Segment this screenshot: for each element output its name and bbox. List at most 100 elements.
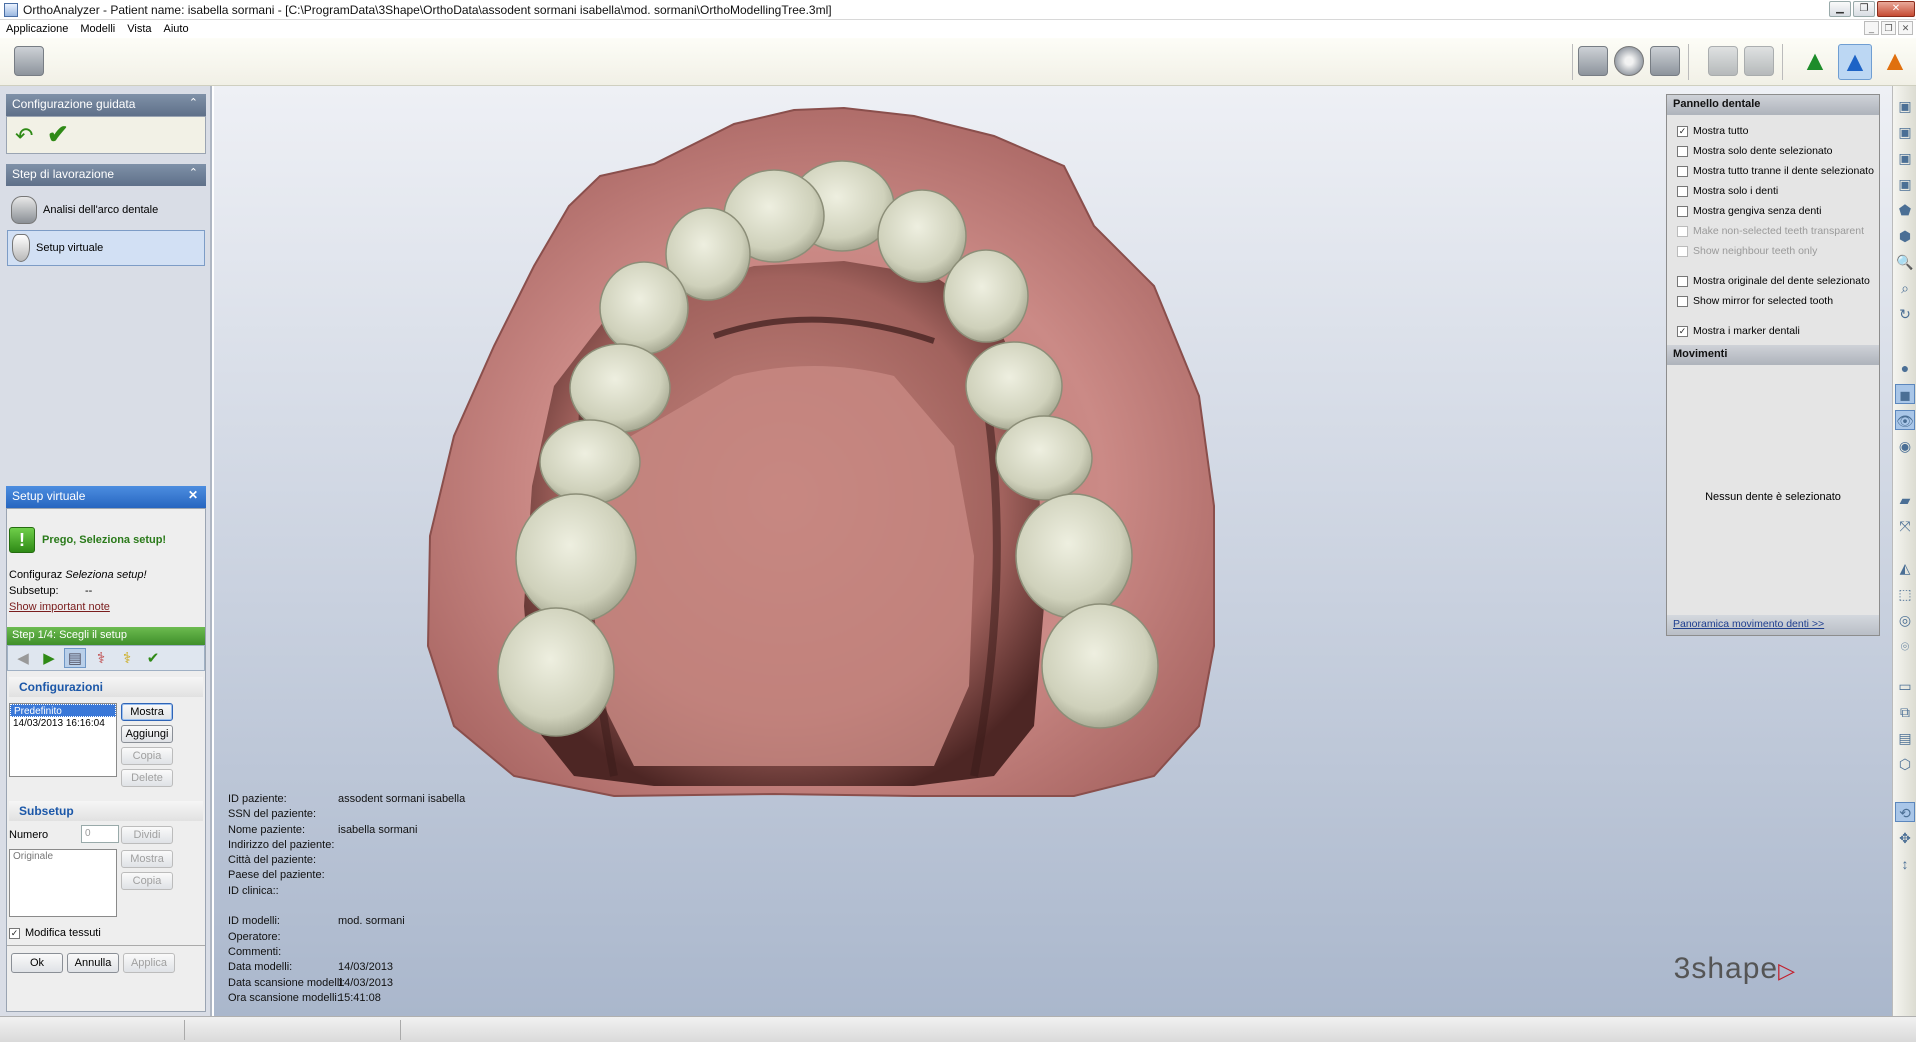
- subsetup-list[interactable]: Originale: [9, 849, 117, 917]
- menu-vista[interactable]: Vista: [121, 23, 157, 35]
- zoom-one-icon[interactable]: ⌕: [1895, 278, 1915, 298]
- eye-icon[interactable]: 👁: [1895, 410, 1915, 430]
- zoom-mode-icon[interactable]: ↕: [1895, 854, 1915, 874]
- checkmark-icon[interactable]: ✔: [47, 119, 69, 150]
- copy-config-button[interactable]: Copia: [121, 747, 173, 765]
- list-item[interactable]: Predefinito: [10, 704, 116, 717]
- tooth-green-icon[interactable]: ▲: [1798, 44, 1832, 78]
- slice-icon[interactable]: ▭: [1895, 676, 1915, 696]
- option-show-mirror[interactable]: Show mirror for selected tooth: [1677, 295, 1833, 307]
- rotate-icon[interactable]: ↻: [1895, 304, 1915, 324]
- option-show-markers[interactable]: ✓ Mostra i marker dentali: [1677, 325, 1800, 337]
- tooth-edit-icon[interactable]: ⚕: [90, 649, 112, 667]
- lower-jaw-icon[interactable]: [1744, 46, 1774, 76]
- minimize-button[interactable]: ▁: [1829, 1, 1851, 17]
- layers-icon[interactable]: ▤: [1895, 728, 1915, 748]
- show-config-button[interactable]: Mostra: [121, 703, 173, 721]
- close-button[interactable]: ✕: [1877, 1, 1915, 17]
- work-item-virtual-setup[interactable]: Setup virtuale: [7, 230, 205, 266]
- option-gum-without-teeth[interactable]: Mostra gengiva senza denti: [1677, 205, 1821, 217]
- export-icon[interactable]: [1650, 46, 1680, 76]
- mdi-minimize-button[interactable]: _: [1864, 21, 1879, 35]
- tooth-check-icon[interactable]: ✔: [142, 649, 164, 667]
- option-show-all-except[interactable]: Mostra tutto tranne il dente selezionato: [1677, 165, 1874, 177]
- work-steps-header[interactable]: Step di lavorazione ⌃: [6, 164, 206, 186]
- option-neighbour-only[interactable]: Show neighbour teeth only: [1677, 245, 1817, 257]
- 3d-viewport[interactable]: ID paziente: assodent sormani isabella SS…: [214, 86, 1892, 1016]
- cancel-button[interactable]: Annulla: [67, 953, 119, 973]
- option-show-selected[interactable]: Mostra solo dente selezionato: [1677, 145, 1833, 157]
- collapse-icon[interactable]: ⌃: [189, 96, 198, 109]
- show-subsetup-button[interactable]: Mostra: [121, 850, 173, 868]
- transform-icon[interactable]: ⤧: [1895, 516, 1915, 536]
- pan-icon[interactable]: ✥: [1895, 828, 1915, 848]
- numero-input[interactable]: 0: [81, 825, 119, 843]
- checkbox[interactable]: ✓: [9, 927, 20, 939]
- configurations-list[interactable]: Predefinito 14/03/2013 16:16:04: [9, 703, 117, 777]
- guided-config-header[interactable]: Configurazione guidata ⌃: [6, 94, 206, 116]
- dental-arch-model[interactable]: [214, 86, 1892, 1016]
- view-top-icon[interactable]: ▣: [1895, 96, 1915, 116]
- work-item-arch-analysis[interactable]: Analisi dell'arco dentale: [7, 192, 205, 228]
- add-config-button[interactable]: Aggiungi: [121, 725, 173, 743]
- prev-arrow-icon[interactable]: ◀: [12, 649, 34, 667]
- undo-arrow-icon[interactable]: ↶: [15, 123, 33, 149]
- checkbox[interactable]: [1677, 245, 1688, 257]
- cube-icon[interactable]: ⬡: [1895, 754, 1915, 774]
- zoom-fit-icon[interactable]: 🔍: [1895, 252, 1915, 272]
- menu-applicazione[interactable]: Applicazione: [0, 23, 74, 35]
- important-note-link[interactable]: Show important note: [9, 601, 110, 613]
- checkbox[interactable]: [1677, 275, 1688, 287]
- movement-overview-link[interactable]: Panoramica movimento denti >>: [1673, 618, 1824, 630]
- collapse-icon[interactable]: ⌃: [189, 166, 198, 179]
- apply-button[interactable]: Applica: [123, 953, 175, 973]
- crop-icon[interactable]: ⬚: [1895, 584, 1915, 604]
- list-item[interactable]: Originale: [10, 850, 116, 863]
- view-bottom-icon[interactable]: ▣: [1895, 122, 1915, 142]
- option-show-teeth-only[interactable]: Mostra solo i denti: [1677, 185, 1778, 197]
- option-show-all[interactable]: ✓ Mostra tutto: [1677, 125, 1748, 137]
- option-show-original[interactable]: Mostra originale del dente selezionato: [1677, 275, 1870, 287]
- folder-icon[interactable]: ▰: [1895, 490, 1915, 510]
- tooth-yellow-icon[interactable]: ⚕: [116, 649, 138, 667]
- menu-aiuto[interactable]: Aiuto: [158, 23, 195, 35]
- next-arrow-icon[interactable]: ▶: [38, 649, 60, 667]
- option-transparent-teeth[interactable]: Make non-selected teeth transparent: [1677, 225, 1864, 237]
- view-front-icon[interactable]: ▣: [1895, 148, 1915, 168]
- maximize-button[interactable]: ❐: [1853, 1, 1875, 17]
- mdi-restore-button[interactable]: ❐: [1881, 21, 1896, 35]
- sphere-icon[interactable]: ●: [1895, 358, 1915, 378]
- solid-view-icon[interactable]: ◼: [1895, 384, 1915, 404]
- move-tooth-icon[interactable]: ◭: [1895, 558, 1915, 578]
- model-view-icon[interactable]: [1578, 46, 1608, 76]
- view-right-icon[interactable]: ⬢: [1895, 226, 1915, 246]
- mdi-close-button[interactable]: ✕: [1898, 21, 1913, 35]
- open-model-icon[interactable]: [14, 46, 44, 76]
- ok-button[interactable]: Ok: [11, 953, 63, 973]
- tooth-blue-icon[interactable]: ▲: [1838, 44, 1872, 80]
- copy-icon[interactable]: ⧉: [1895, 702, 1915, 722]
- eye-outline-icon[interactable]: ◉: [1895, 436, 1915, 456]
- checkbox[interactable]: [1677, 225, 1688, 237]
- ring-icon[interactable]: ◎: [1895, 610, 1915, 630]
- camera-icon[interactable]: ⌾: [1895, 636, 1915, 656]
- modify-tissue-checkbox[interactable]: ✓ Modifica tessuti: [9, 927, 101, 939]
- checkbox[interactable]: [1677, 295, 1688, 307]
- tooth-orange-icon[interactable]: ▲: [1878, 44, 1912, 78]
- view-back-icon[interactable]: ▣: [1895, 174, 1915, 194]
- checkbox[interactable]: [1677, 185, 1688, 197]
- rotate-mode-icon[interactable]: ⟲: [1895, 802, 1915, 822]
- setup-list-icon[interactable]: ▤: [64, 648, 86, 668]
- divide-button[interactable]: Dividi: [121, 826, 173, 844]
- checkbox[interactable]: ✓: [1677, 125, 1688, 137]
- list-item[interactable]: 14/03/2013 16:16:04: [10, 717, 116, 730]
- checkbox[interactable]: [1677, 205, 1688, 217]
- checkbox[interactable]: [1677, 145, 1688, 157]
- checkbox[interactable]: ✓: [1677, 325, 1688, 337]
- view-left-icon[interactable]: ⬟: [1895, 200, 1915, 220]
- upper-jaw-icon[interactable]: [1708, 46, 1738, 76]
- disc-icon[interactable]: [1614, 46, 1644, 76]
- copy-subsetup-button[interactable]: Copia: [121, 872, 173, 890]
- close-panel-icon[interactable]: ✕: [188, 488, 198, 502]
- menu-modelli[interactable]: Modelli: [74, 23, 121, 35]
